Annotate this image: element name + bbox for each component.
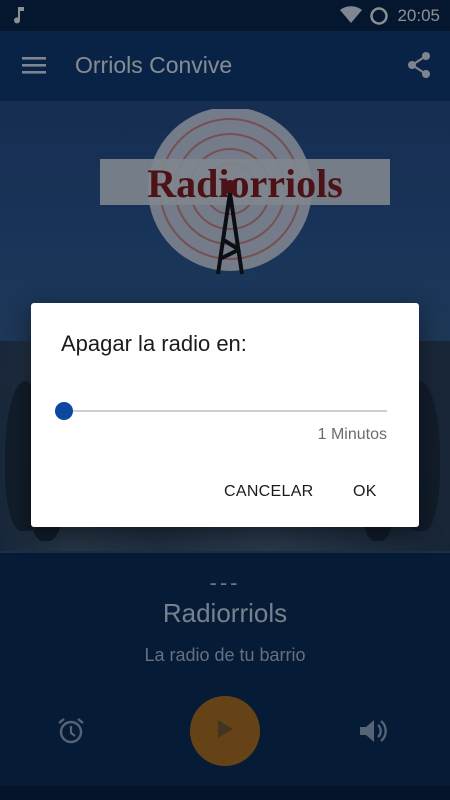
- cancel-button[interactable]: CANCELAR: [224, 483, 314, 501]
- minutes-slider-track[interactable]: [64, 410, 387, 412]
- slider-value-label: 1 Minutos: [317, 426, 387, 443]
- ok-button[interactable]: OK: [353, 483, 377, 501]
- sleep-timer-dialog: Apagar la radio en: 1 Minutos CANCELAR O…: [31, 303, 419, 527]
- dialog-title: Apagar la radio en:: [61, 331, 247, 356]
- minutes-slider-thumb[interactable]: [55, 402, 73, 420]
